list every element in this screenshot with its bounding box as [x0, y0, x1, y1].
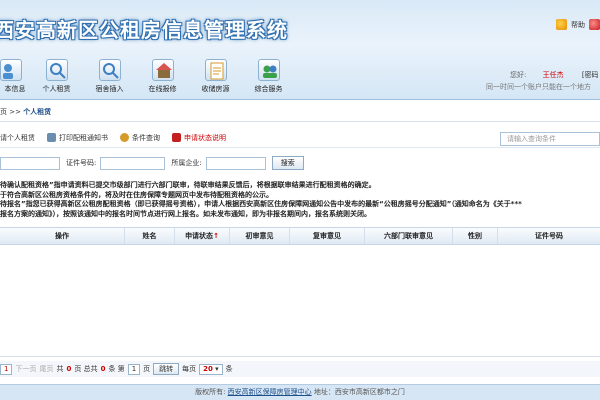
per-page-prefix: 每页 [182, 365, 197, 373]
breadcrumb-prefix[interactable]: 页 >> [0, 108, 23, 116]
col-joint-review[interactable]: 六部门联审意见 [365, 228, 453, 244]
col-id-number[interactable]: 证件号码 [498, 228, 600, 244]
goto-page-input[interactable]: 1 [127, 363, 141, 375]
main-nav: 本信息 个人租赁 宿舍插入 在线报修 收储房源 综合服务 [0, 59, 295, 94]
page-unit: 页 [143, 365, 151, 373]
notice-line: 待报名”指您已获得高新区公租房配租资格（即已获得摇号资格），申请人根据西安高新区… [0, 200, 522, 208]
notice-line: 报名方案的通知》），按照该通知中的报名时间节点进行网上报名。如未发布通知，即为非… [0, 209, 371, 218]
col-status[interactable]: 申请状态 ↑ [175, 228, 230, 244]
col-name[interactable]: 姓名 [125, 228, 175, 244]
total-prefix: 共 [56, 365, 64, 373]
greeting-label: 您好: [510, 71, 527, 79]
apply-personal-lease-button[interactable]: 请个人租赁 [0, 133, 35, 143]
org-link[interactable]: 西安高新区保障房管理中心 [228, 388, 312, 396]
notice-line: 于符合高新区公租房资格条件的，将及时在住房保障专题网页中发布待配租资格的公示。 [0, 190, 273, 199]
page-number-current[interactable]: 1 [0, 363, 13, 375]
address-text: 地址：西安市高新区都市之门 [313, 388, 405, 396]
nav-item-dorm-insert[interactable]: 宿舍插入 [83, 59, 136, 94]
sort-arrow-icon: ↑ [213, 232, 219, 240]
copyright-label: 版权所有: [195, 388, 226, 396]
header-links: 帮助 [556, 19, 600, 30]
company-label: 所属企业: [171, 159, 202, 167]
nav-label: 个人租赁 [42, 85, 71, 93]
col-second-review[interactable]: 复审意见 [290, 228, 365, 244]
status-explain-button[interactable]: 申请状态说明 [172, 133, 226, 143]
condition-query-button[interactable]: 条件查询 [120, 133, 160, 143]
filter-icon [120, 133, 129, 142]
pages-unit: 页 总共 [74, 365, 98, 373]
person-search-icon [45, 59, 68, 81]
info-icon [172, 133, 181, 142]
breadcrumb: 页 >> 个人租赁 [0, 104, 600, 122]
name-input[interactable] [0, 156, 60, 170]
total-records: 0 [100, 365, 106, 373]
change-password-link[interactable]: [密码 [582, 71, 599, 79]
house-repair-icon [151, 59, 174, 81]
table-header: 操作 姓名 申请状态 ↑ 初审意见 复审意见 六部门联审意见 性别 证件号码 [0, 227, 600, 245]
help-icon[interactable] [556, 19, 567, 30]
total-pages: 0 [66, 365, 72, 373]
chevron-down-icon: ▾ [215, 364, 219, 373]
pagination: 1 下一页 尾页 共 0 页 总共 0 条 第 1 页 跳转 每页 20 ▾ 条 [0, 361, 600, 377]
print-icon [47, 133, 56, 142]
person-info-icon [0, 59, 22, 81]
id-label: 证件号码: [66, 159, 97, 167]
app-header: 西安高新区公租房信息管理系统 帮助 本信息 个人租赁 宿舍插入 在线报修 收储房… [0, 0, 600, 100]
last-page-link[interactable]: 尾页 [39, 364, 53, 374]
nav-item-basic-info[interactable]: 本信息 [0, 59, 30, 94]
search-button[interactable]: 搜索 [271, 156, 304, 170]
nav-label: 收储房源 [201, 85, 230, 93]
col-first-review[interactable]: 初审意见 [230, 228, 290, 244]
dorm-search-icon [98, 59, 121, 81]
col-gender[interactable]: 性别 [453, 228, 498, 244]
service-icon [257, 59, 280, 81]
filter-bar: 证件号码: 所属企业: 搜索 [0, 154, 600, 172]
single-login-notice: 同一时间一个账户只能在一个地方 [486, 83, 591, 91]
nav-item-services[interactable]: 综合服务 [242, 59, 295, 94]
query-label: 条件查询 [132, 133, 160, 142]
next-page-link[interactable]: 下一页 [15, 364, 36, 374]
notice-line: 待确认配租资格”指申请资料已提交市级部门进行六部门联审，待联审结果反馈后，将根据… [0, 181, 376, 189]
col-action[interactable]: 操作 [0, 228, 125, 244]
welcome-bar: 您好: 王任杰 [密码 [510, 70, 599, 80]
table-body [0, 245, 600, 357]
company-input[interactable] [205, 156, 266, 170]
app-title: 西安高新区公租房信息管理系统 [0, 18, 288, 42]
quick-search-input[interactable]: 请输入查询条件 [500, 132, 600, 146]
nav-item-stored-housing[interactable]: 收储房源 [189, 59, 242, 94]
breadcrumb-current: 个人租赁 [23, 108, 52, 116]
nav-label: 本信息 [4, 85, 26, 93]
help-link[interactable]: 帮助 [571, 20, 585, 30]
print-label: 打印配租通知书 [59, 133, 108, 142]
nav-item-online-repair[interactable]: 在线报修 [136, 59, 189, 94]
nav-label: 综合服务 [254, 85, 283, 93]
status-explain-label: 申请状态说明 [184, 133, 226, 142]
per-page-unit: 条 [225, 365, 233, 373]
apply-label: 请个人租赁 [0, 133, 35, 142]
lease-table: 操作 姓名 申请状态 ↑ 初审意见 复审意见 六部门联审意见 性别 证件号码 [0, 227, 600, 357]
nav-label: 在线报修 [148, 85, 177, 93]
print-notice-button[interactable]: 打印配租通知书 [47, 133, 108, 143]
nav-label: 宿舍插入 [95, 85, 124, 93]
document-icon [204, 59, 227, 81]
nav-item-personal-lease[interactable]: 个人租赁 [30, 59, 83, 94]
per-page-select[interactable]: 20 ▾ [199, 363, 223, 375]
status-notice: 待确认配租资格”指申请资料已提交市级部门进行六部门联审，待联审结果反馈后，将根据… [0, 181, 600, 219]
footer: 版权所有: 西安高新区保障房管理中心 地址：西安市高新区都市之门 [0, 384, 600, 400]
records-unit: 条 第 [108, 365, 125, 373]
goto-button[interactable]: 跳转 [153, 363, 180, 375]
user-name: 王任杰 [542, 71, 564, 79]
id-number-input[interactable] [100, 156, 166, 170]
logout-icon[interactable] [589, 19, 600, 30]
per-page-value: 20 [203, 364, 213, 373]
